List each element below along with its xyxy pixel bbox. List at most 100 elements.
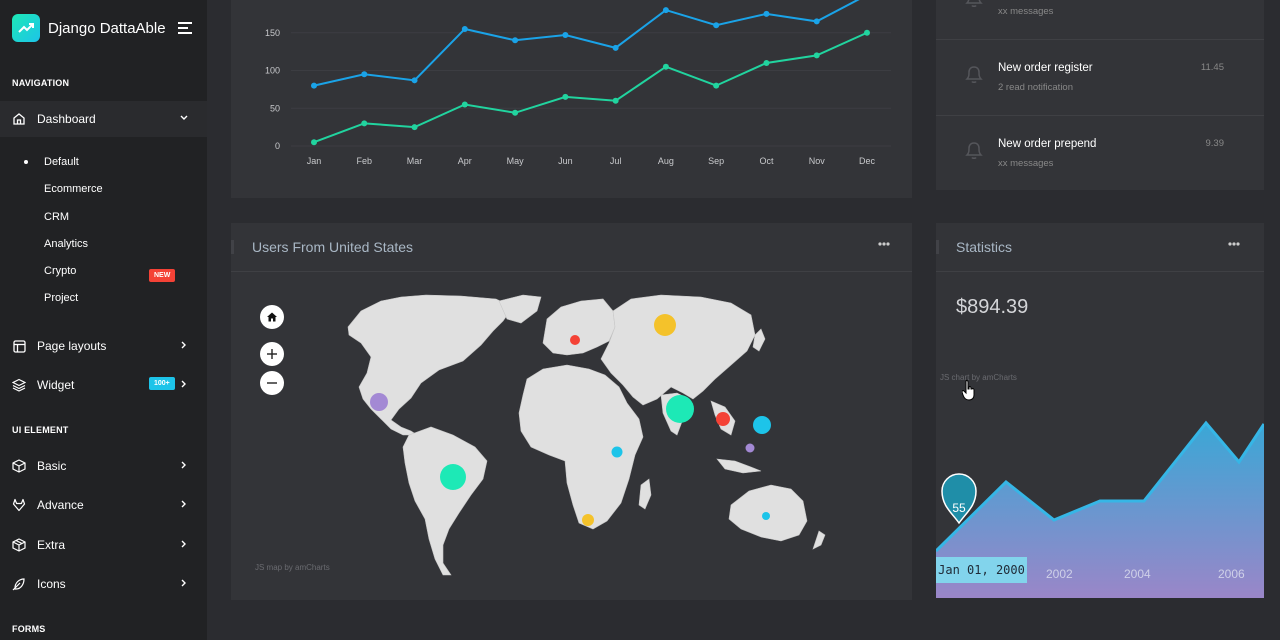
sidebar-item-label: Page layouts [37,339,107,353]
sidebar: Django DattaAble NAVIGATION Dashboard De… [0,0,207,640]
brand[interactable]: Django DattaAble [12,14,166,42]
sidebar-item-label: Advance [37,498,84,512]
nav-caption-forms: FORMS [12,624,46,634]
x-tick-label: Oct [759,156,774,166]
chart-credit[interactable]: JS chart by amCharts [940,373,1017,382]
data-point[interactable] [662,7,669,14]
chevron-down-icon [180,115,188,120]
sidebar-item-advance[interactable]: Advance [0,487,207,523]
chevron-right-icon [181,380,186,388]
data-point[interactable] [713,82,720,89]
data-point[interactable] [813,52,820,59]
data-point[interactable] [713,22,720,29]
new-badge: NEW [149,269,176,282]
sidebar-item-widget[interactable]: Widget [0,367,207,403]
series-line-0 [313,0,860,87]
world-map[interactable] [231,223,912,600]
sidebar-item-page-layouts[interactable]: Page layouts [0,328,207,364]
y-tick-label: 150 [265,28,280,38]
map-bubble[interactable] [570,335,580,345]
data-point[interactable] [361,71,368,78]
data-point[interactable] [864,29,870,36]
x-tick-label: Jun [558,156,573,166]
asia-shape [600,294,756,406]
bell-icon [965,66,983,83]
date-cursor-label: Jan 01, 2000 [936,557,1027,583]
data-point[interactable] [763,10,770,17]
line-chart: 0 50 100 150 Jan Feb Mar Apr May Jun Jul Aug Sep Oct N… [265,0,891,166]
statistics-area-chart[interactable]: 2002 2004 2006 55 [936,223,1264,598]
count-badge: 100+ [149,377,175,390]
series-line-1 [313,31,868,144]
submenu-default[interactable]: Default [44,156,79,168]
data-point[interactable] [662,63,669,70]
data-point[interactable] [311,82,317,89]
map-bubble[interactable] [762,512,770,520]
balloon-value: 55 [952,501,966,515]
map-bubble[interactable] [582,514,594,526]
map-card: Users From United States JS map by amCha… [231,223,912,600]
x-tick-label: Dec [859,156,876,166]
japan-shape [752,328,766,352]
x-tick-label: Sep [708,156,724,166]
menu-toggle-icon[interactable] [178,22,192,34]
chevron-right-icon [181,461,186,469]
brand-name: Django DattaAble [48,19,166,37]
map-bubble[interactable] [745,443,755,453]
map-bubble[interactable] [370,393,388,411]
trending-up-icon [12,14,40,42]
gitlab-icon [12,498,26,512]
notification-time: 11.45 [1200,62,1224,73]
chevron-right-icon [181,500,186,508]
year-label: 2004 [1124,567,1151,581]
map-bubble[interactable] [654,314,676,336]
data-point[interactable] [763,59,770,66]
notification-time: 9.39 [1205,138,1225,149]
data-point[interactable] [562,93,569,100]
sidebar-item-dashboard[interactable]: Dashboard [0,101,207,137]
bell-icon [965,142,983,159]
nav-caption-ui-element: UI ELEMENT [12,425,69,435]
data-point[interactable] [512,109,519,116]
data-point[interactable] [311,139,317,146]
data-point[interactable] [461,25,468,32]
submenu-crypto[interactable]: Crypto [44,265,76,277]
north-america-shape [347,294,514,436]
data-point[interactable] [411,77,418,84]
notification-item[interactable]: New order prepend xx messages 9.39 [936,116,1264,192]
south-america-shape [402,426,488,576]
data-point[interactable] [361,120,368,127]
notification-title: New order register [998,62,1093,74]
map-bubble[interactable] [716,412,730,426]
submenu-project[interactable]: Project [44,292,78,304]
x-tick-label: Nov [809,156,826,166]
layers-icon [12,378,26,392]
sidebar-item-basic[interactable]: Basic [0,448,207,484]
data-point[interactable] [612,44,619,51]
chevron-right-icon [181,540,186,548]
map-bubble[interactable] [666,395,694,423]
data-point[interactable] [612,97,619,104]
notification-item[interactable]: xx messages [936,0,1264,40]
data-point[interactable] [512,37,519,44]
notification-subtitle: xx messages [998,6,1054,17]
submenu-ecommerce[interactable]: Ecommerce [44,183,103,195]
hand-cursor-icon [962,380,975,401]
submenu-analytics[interactable]: Analytics [44,238,88,250]
data-point[interactable] [461,101,468,108]
submenu-crm[interactable]: CRM [44,211,69,223]
map-bubble[interactable] [753,416,771,434]
x-tick-label: Jan [307,156,322,166]
sidebar-item-extra[interactable]: Extra [0,527,207,563]
data-point[interactable] [562,32,569,39]
greenland-shape [498,294,542,324]
data-point[interactable] [813,18,820,25]
map-credit[interactable]: JS map by amCharts [255,563,330,572]
x-tick-label: May [507,156,525,166]
notification-item[interactable]: New order register 2 read notification 1… [936,40,1264,116]
map-bubble[interactable] [440,464,466,490]
chevron-right-icon [181,341,186,349]
sidebar-item-icons[interactable]: Icons [0,566,207,602]
map-bubble[interactable] [611,446,623,458]
data-point[interactable] [411,124,418,131]
